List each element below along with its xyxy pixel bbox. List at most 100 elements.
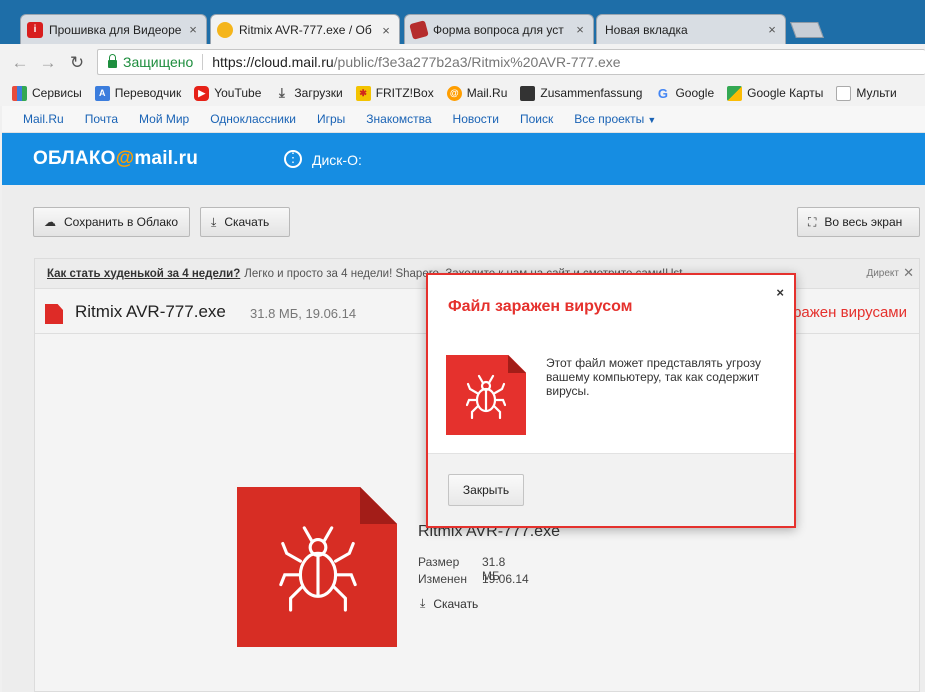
close-icon[interactable]: × [573,22,587,37]
info-icon: i [27,21,43,38]
summary-icon [520,85,536,101]
ad-link[interactable]: Как стать худенькой за 4 недели? [47,268,240,280]
secure-label: Защищено [123,54,194,70]
cloud-header: ОБЛАКО@mail.ru Диск-О: [2,133,925,185]
download-button[interactable]: ⤓ Скачать [200,207,290,237]
reload-icon[interactable]: ↻ [66,52,88,74]
bookmark-label: Загрузки [294,86,343,100]
divider [202,54,204,70]
mailru-icon: @ [446,85,462,101]
disk-icon[interactable] [284,149,302,168]
disk-o-link[interactable]: Диск-О: [312,152,362,168]
cloud-logo[interactable]: ОБЛАКО@mail.ru [33,148,198,170]
file-name: Ritmix AVR-777.exe [75,302,226,321]
bookmark-summary[interactable]: Zusammenfassung [520,85,643,101]
dialog-footer: Закрыть [428,453,794,526]
virus-dialog: Файл заражен вирусом × Этот файл может п… [426,273,796,528]
bookmark-translator[interactable]: A Переводчик [94,85,182,101]
caret-down-icon: ▼ [647,115,657,125]
logo-left: ОБЛАКО [33,148,116,169]
tab-label: Форма вопроса для уст [433,22,564,37]
new-tab-button[interactable] [790,22,824,38]
bookmark-google-maps[interactable]: Google Карты [727,85,824,101]
bookmarks-bar: Сервисы A Переводчик ▶ YouTube ⤓ Загрузк… [0,80,925,106]
close-icon[interactable]: × [765,22,779,37]
tab-label: Ritmix AVR-777.exe / Об [239,23,372,37]
bookmark-label: Zusammenfassung [540,86,643,100]
browser-toolbar: ← → ↻ Защищено https://cloud.mail.ru/pub… [0,44,925,80]
fullscreen-label: Во весь экран [824,215,903,229]
bookmark-label: YouTube [214,86,262,100]
page-icon [836,85,852,101]
file-size-row: Размер 31.8 МБ [418,555,505,583]
tab-question-form[interactable]: Форма вопроса для уст × [404,14,594,44]
all-projects-label: Все проекты [574,112,645,126]
dialog-message: Этот файл может представлять угрозу ваше… [546,356,761,398]
file-download-link[interactable]: ⤓ Скачать [420,596,478,611]
download-icon: ⤓ [279,85,285,100]
browser-tabstrip: i Прошивка для Видеоре × Ritmix AVR-777.… [0,0,925,45]
download-icon: ⤓ [420,596,426,610]
forward-arrow-icon[interactable]: → [37,52,59,74]
portal-link-all-projects[interactable]: Все проекты ▼ [574,112,656,126]
close-dialog-button[interactable]: Закрыть [448,474,524,506]
dialog-close-icon[interactable]: × [776,285,784,300]
bookmark-youtube[interactable]: ▶ YouTube [194,85,262,101]
cloud-icon [217,22,233,38]
save-to-cloud-button[interactable]: ☁ Сохранить в Облако [33,207,190,237]
back-arrow-icon[interactable]: ← [9,52,31,74]
close-icon[interactable]: × [379,23,393,38]
portal-link-mail[interactable]: Почта [85,112,118,126]
tab-label: Новая вкладка [605,22,688,37]
fritz-icon: ✱ [355,85,371,101]
bookmark-services[interactable]: Сервисы [12,85,82,101]
apps-icon [12,85,27,101]
logo-right: mail.ru [134,148,199,169]
portal-link-my-world[interactable]: Мой Мир [139,112,189,126]
file-fold [508,355,526,373]
bookmark-label: Сервисы [32,86,82,100]
bug-icon [279,526,357,612]
tab-label: Прошивка для Видеоре [49,22,182,37]
bookmark-label: Переводчик [114,86,182,100]
lock-icon [108,54,117,68]
file-modified-row: Изменен 19.06.14 [418,572,529,586]
file-fold [360,487,397,524]
bug-icon [466,374,506,419]
logo-at: @ [115,148,135,169]
ad-close-icon[interactable]: ✕ [903,265,914,281]
file-download-label: Скачать [433,596,479,611]
tab-cloud-file[interactable]: Ritmix AVR-777.exe / Об × [210,14,400,45]
portal-link-odnoklassniki[interactable]: Одноклассники [210,112,296,126]
bookmark-label: Google Карты [747,86,824,100]
bookmark-label: FRITZ!Box [375,86,434,100]
bookmark-fritzbox[interactable]: ✱ FRITZ!Box [355,85,434,101]
portal-link-dating[interactable]: Знакомства [366,112,431,126]
portal-link-news[interactable]: Новости [453,112,499,126]
url-host: https://cloud.mail.ru [212,54,334,70]
tab-firmware[interactable]: i Прошивка для Видеоре × [20,14,207,44]
bookmark-google[interactable]: G Google [655,86,714,101]
portal-link-mailru[interactable]: Mail.Ru [23,112,64,126]
bookmark-multi[interactable]: Мульти [836,85,897,101]
maps-icon [727,85,743,101]
dialog-title: Файл заражен вирусом [448,298,633,315]
url-path: /public/f3e3a277b2a3/Ritmix%20AVR-777.ex… [333,54,621,70]
address-bar[interactable]: Защищено https://cloud.mail.ru/public/f3… [97,49,925,75]
portal-link-search[interactable]: Поиск [520,112,553,126]
portal-link-games[interactable]: Игры [317,112,345,126]
close-icon[interactable]: × [186,22,200,37]
bookmark-downloads[interactable]: ⤓ Загрузки [274,85,343,101]
ad-direct-label[interactable]: Директ [866,268,899,279]
fullscreen-icon: ⛶ [808,214,817,229]
save-label: Сохранить в Облако [64,215,179,229]
file-meta: 31.8 МБ, 19.06.14 [250,306,357,321]
modified-value: 19.06.14 [482,572,529,586]
fullscreen-button[interactable]: ⛶ Во весь экран [797,207,920,237]
size-label: Размер [418,555,460,569]
tab-new[interactable]: Новая вкладка × [596,14,786,44]
modified-label: Изменен [418,572,467,586]
form-icon [409,19,429,40]
bookmark-label: Мульти [856,86,897,100]
bookmark-mailru[interactable]: @ Mail.Ru [446,85,507,101]
